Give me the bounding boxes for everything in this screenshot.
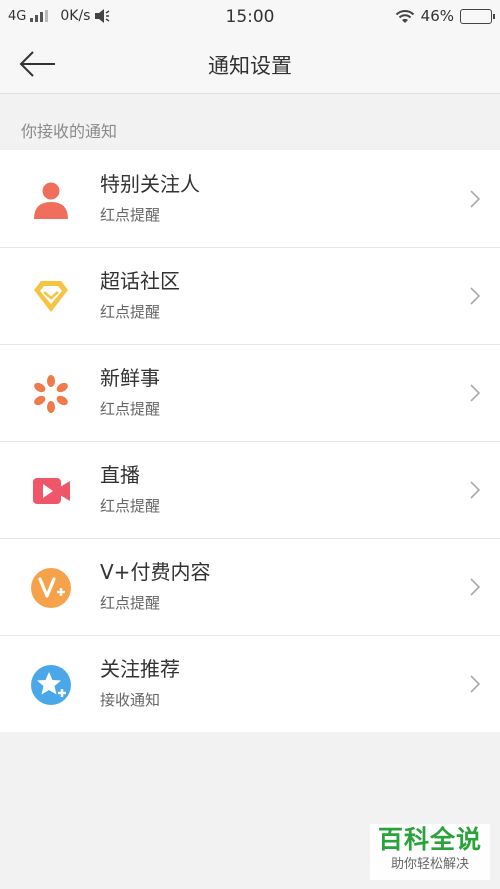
notification-list: 特别关注人 红点提醒 超话社区 红点提醒 新鲜事 红点提醒 直播 红点提醒 V+… xyxy=(0,150,500,732)
item-title: 超话社区 xyxy=(100,269,180,293)
item-title: V+付费内容 xyxy=(100,560,211,584)
item-title: 新鲜事 xyxy=(100,366,160,390)
item-subtitle: 红点提醒 xyxy=(100,594,161,612)
watermark-logo: 百科全说 助你轻松解决 xyxy=(370,824,490,880)
item-subtitle: 红点提醒 xyxy=(100,206,161,224)
chevron-right-icon xyxy=(470,578,480,596)
video-camera-icon xyxy=(33,478,70,504)
chevron-right-icon xyxy=(470,384,480,402)
nav-bar: 通知设置 xyxy=(0,34,500,94)
wifi-icon xyxy=(395,9,414,23)
item-title: 特别关注人 xyxy=(100,172,200,196)
battery-icon xyxy=(460,8,495,24)
watermark-subtitle: 助你轻松解决 xyxy=(390,857,469,872)
watermark-title: 百科全说 xyxy=(377,825,482,854)
list-item-follow-recommend[interactable]: 关注推荐 接收通知 xyxy=(0,635,500,732)
person-icon xyxy=(34,182,68,219)
item-subtitle: 红点提醒 xyxy=(100,497,161,515)
chevron-right-icon xyxy=(470,190,480,208)
petals-icon xyxy=(34,375,68,413)
list-item-whats-new[interactable]: 新鲜事 红点提醒 xyxy=(0,344,500,441)
list-item-super-topic[interactable]: 超话社区 红点提醒 xyxy=(0,247,500,344)
list-item-v-plus[interactable]: V+付费内容 红点提醒 xyxy=(0,538,500,635)
v-plus-icon xyxy=(31,568,71,608)
diamond-icon xyxy=(34,281,68,312)
list-item-special-follow[interactable]: 特别关注人 红点提醒 xyxy=(0,150,500,247)
item-subtitle: 红点提醒 xyxy=(100,400,161,418)
item-title: 关注推荐 xyxy=(100,657,180,681)
chevron-right-icon xyxy=(470,675,480,693)
item-subtitle: 红点提醒 xyxy=(100,303,161,321)
status-bar: 4G 0K/s 15:00 46% xyxy=(0,0,500,34)
item-subtitle: 接收通知 xyxy=(100,691,161,709)
page-title: 通知设置 xyxy=(208,54,292,78)
section-label: 你接收的通知 xyxy=(21,122,118,141)
star-plus-icon xyxy=(31,665,71,705)
chevron-right-icon xyxy=(470,287,480,305)
item-title: 直播 xyxy=(100,463,140,487)
list-item-live[interactable]: 直播 红点提醒 xyxy=(0,441,500,538)
chevron-right-icon xyxy=(470,481,480,499)
status-right: 46% xyxy=(395,7,495,25)
battery-percent: 46% xyxy=(420,7,454,25)
